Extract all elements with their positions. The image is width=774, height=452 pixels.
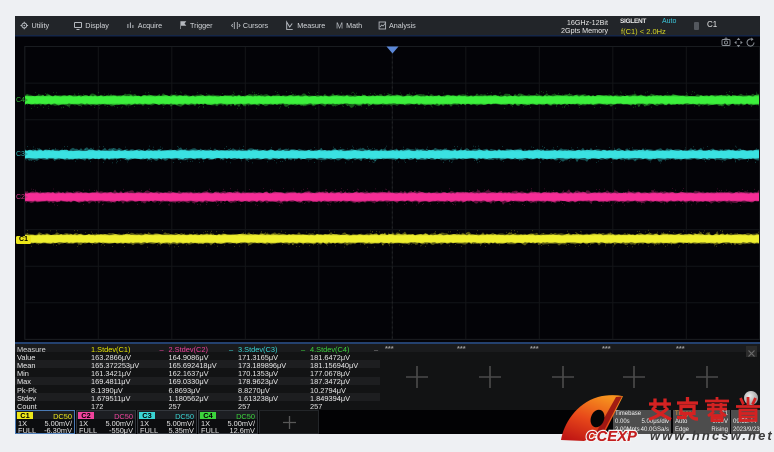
svg-text:CCEXP: CCEXP — [586, 429, 637, 445]
